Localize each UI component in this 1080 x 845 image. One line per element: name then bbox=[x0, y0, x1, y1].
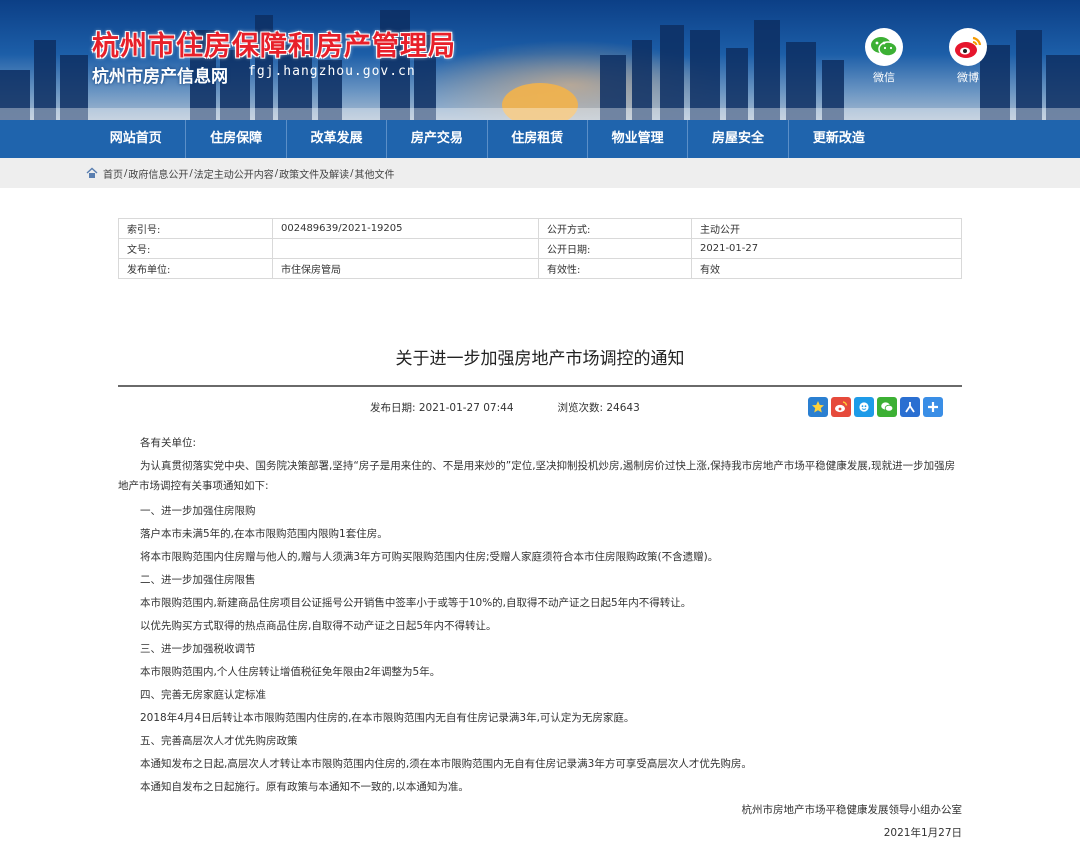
meta-row: 发布单位: 市住保房管局 有效性: 有效 bbox=[118, 258, 962, 279]
nav-item-property-management[interactable]: 物业管理 bbox=[588, 120, 689, 158]
paragraph: 2018年4月4日后转让本市限购范围内住房的,在本市限购范围内无自有住房记录满3… bbox=[140, 712, 635, 724]
meta-value: 有效 bbox=[691, 258, 962, 279]
nav-item-home[interactable]: 网站首页 bbox=[86, 120, 187, 158]
title-divider bbox=[118, 385, 962, 387]
meta-value: 002489639/2021-19205 bbox=[272, 218, 539, 239]
share-favorite-icon[interactable] bbox=[808, 397, 828, 417]
main-nav: 网站首页 住房保障 改革发展 房产交易 住房租赁 物业管理 房屋安全 更新改造 bbox=[0, 120, 1080, 158]
nav-item-building-safety[interactable]: 房屋安全 bbox=[688, 120, 789, 158]
paragraph: 将本市限购范围内住房赠与他人的,赠与人须满3年方可购买限购范围内住房;受赠人家庭… bbox=[140, 551, 719, 563]
meta-label: 有效性: bbox=[538, 258, 692, 279]
breadcrumb-other[interactable]: 其他文件 bbox=[355, 166, 395, 181]
site-title: 杭州市住房保障和房产管理局 bbox=[92, 31, 456, 62]
nav-item-rental[interactable]: 住房租赁 bbox=[488, 120, 588, 158]
section-heading: 二、进一步加强住房限售 bbox=[140, 574, 256, 586]
breadcrumb-home[interactable]: 首页 bbox=[103, 166, 123, 181]
article-body: 各有关单位: 为认真贯彻落实党中央、国务院决策部署,坚持“房子是用来住的、不是用… bbox=[118, 432, 962, 845]
meta-value: 主动公开 bbox=[691, 218, 962, 239]
breadcrumb-statutory[interactable]: 法定主动公开内容 bbox=[194, 166, 274, 181]
wechat-link[interactable]: 微信 bbox=[854, 28, 914, 85]
paragraph: 本通知发布之日起,高层次人才转让本市限购范围内住房的,须在本市限购范围内无自有住… bbox=[140, 758, 752, 770]
paragraph: 本通知自发布之日起施行。原有政策与本通知不一致的,以本通知为准。 bbox=[140, 781, 469, 793]
share-more-icon[interactable] bbox=[923, 397, 943, 417]
nav-item-reform[interactable]: 改革发展 bbox=[287, 120, 388, 158]
meta-value bbox=[272, 238, 539, 259]
nav-item-property-trade[interactable]: 房产交易 bbox=[387, 120, 488, 158]
meta-label: 文号: bbox=[118, 238, 273, 259]
section-heading: 一、进一步加强住房限购 bbox=[140, 505, 256, 517]
meta-label: 公开日期: bbox=[538, 238, 692, 259]
breadcrumb-gov-info[interactable]: 政府信息公开 bbox=[128, 166, 188, 181]
breadcrumb: 首页 / 政府信息公开 / 法定主动公开内容 / 政策文件及解读 / 其他文件 bbox=[0, 158, 1080, 188]
meta-value: 市住保房管局 bbox=[272, 258, 539, 279]
wechat-label: 微信 bbox=[873, 71, 895, 84]
publish-info: 发布日期: 2021-01-27 07:44 浏览次数: 24643 bbox=[370, 400, 640, 415]
section-heading: 五、完善高层次人才优先购房政策 bbox=[140, 735, 298, 747]
nav-item-renewal[interactable]: 更新改造 bbox=[789, 120, 889, 158]
paragraph: 以优先购买方式取得的热点商品住房,自取得不动产证之日起5年内不得转让。 bbox=[140, 620, 497, 632]
nav-item-housing-security[interactable]: 住房保障 bbox=[186, 120, 287, 158]
share-qzone-icon[interactable] bbox=[854, 397, 874, 417]
site-subtitle: 杭州市房产信息网 bbox=[92, 67, 228, 87]
section-heading: 三、进一步加强税收调节 bbox=[140, 643, 256, 655]
paragraph: 本市限购范围内,新建商品住房项目公证摇号公开销售中签率小于或等于10%的,自取得… bbox=[140, 597, 692, 609]
share-wechat-icon[interactable] bbox=[877, 397, 897, 417]
weibo-icon bbox=[949, 28, 987, 66]
paragraph: 本市限购范围内,个人住房转让增值税征免年限由2年调整为5年。 bbox=[140, 666, 441, 678]
share-toolbar bbox=[808, 397, 943, 417]
share-weibo-icon[interactable] bbox=[831, 397, 851, 417]
meta-label: 发布单位: bbox=[118, 258, 273, 279]
section-heading: 四、完善无房家庭认定标准 bbox=[140, 689, 266, 701]
site-domain: fgj.hangzhou.gov.cn bbox=[248, 64, 416, 79]
meta-label: 公开方式: bbox=[538, 218, 692, 239]
header-banner: 杭州市住房保障和房产管理局 杭州市房产信息网 fgj.hangzhou.gov.… bbox=[0, 0, 1080, 120]
article-title: 关于进一步加强房地产市场调控的通知 bbox=[395, 349, 685, 369]
paragraph: 为认真贯彻落实党中央、国务院决策部署,坚持“房子是用来住的、不是用来炒的”定位,… bbox=[118, 460, 956, 492]
paragraph: 各有关单位: bbox=[140, 437, 197, 449]
home-icon bbox=[86, 167, 98, 178]
view-count: 浏览次数: 24643 bbox=[557, 402, 640, 414]
paragraph: 落户本市未满5年的,在本市限购范围内限购1套住房。 bbox=[140, 528, 388, 540]
signature: 杭州市房地产市场平稳健康发展领导小组办公室 bbox=[741, 804, 963, 816]
publish-date: 发布日期: 2021-01-27 07:44 bbox=[370, 402, 514, 414]
meta-row: 索引号: 002489639/2021-19205 公开方式: 主动公开 bbox=[118, 218, 962, 239]
breadcrumb-policy[interactable]: 政策文件及解读 bbox=[279, 166, 349, 181]
meta-value: 2021-01-27 bbox=[691, 238, 962, 259]
document-meta-table: 索引号: 002489639/2021-19205 公开方式: 主动公开 文号:… bbox=[118, 218, 962, 279]
meta-label: 索引号: bbox=[118, 218, 273, 239]
sign-date: 2021年1月27日 bbox=[883, 827, 962, 839]
share-renren-icon[interactable] bbox=[900, 397, 920, 417]
meta-row: 文号: 公开日期: 2021-01-27 bbox=[118, 238, 962, 259]
wechat-icon bbox=[865, 28, 903, 66]
weibo-link[interactable]: 微博 bbox=[938, 28, 998, 85]
weibo-label: 微博 bbox=[957, 71, 979, 84]
